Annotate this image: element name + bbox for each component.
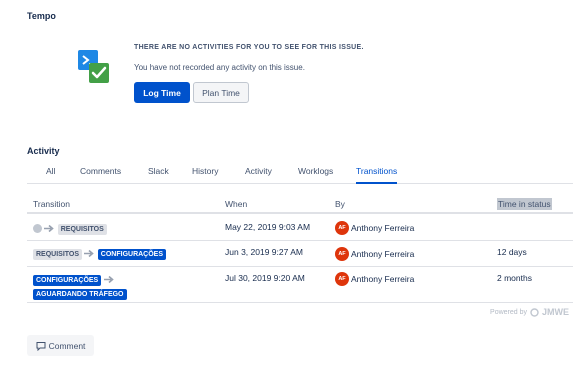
initial-state-icon <box>33 224 42 234</box>
column-header-by: By <box>335 199 345 209</box>
comment-button[interactable]: Comment <box>27 335 94 356</box>
avatar: AF <box>335 221 349 235</box>
comment-icon <box>36 341 46 351</box>
user-name[interactable]: Anthony Ferreira <box>351 249 414 259</box>
user-name[interactable]: Anthony Ferreira <box>351 274 414 284</box>
table-row: REQUISITOS CONFIGURAÇÕES Jun 3, 2019 9:2… <box>27 241 573 267</box>
powered-by-brand: JMWE <box>542 307 569 317</box>
column-header-time-in-status: Time in status <box>497 198 552 210</box>
tempo-section-title: Tempo <box>27 11 56 21</box>
log-time-button[interactable]: Log Time <box>134 82 190 103</box>
time-in-status-cell: 12 days <box>497 247 527 257</box>
time-in-status-cell: 2 months <box>497 273 532 283</box>
empty-state-heading: THERE ARE NO ACTIVITIES FOR YOU TO SEE F… <box>134 44 364 51</box>
jmwe-logo-icon <box>530 307 539 317</box>
column-header-when: When <box>225 199 248 209</box>
status-lozenge: REQUISITOS <box>57 224 107 235</box>
avatar: AF <box>335 247 349 261</box>
by-cell: AF Anthony Ferreira <box>335 272 414 286</box>
status-lozenge: CONFIGURAÇÕES <box>33 275 102 286</box>
status-lozenge: AGUARDANDO TRÁFEGO <box>33 289 127 300</box>
status-lozenge: CONFIGURAÇÕES <box>97 249 167 260</box>
table-row: CONFIGURAÇÕES AGUARDANDO TRÁFEGO Jul 30,… <box>27 267 573 303</box>
by-cell: AF Anthony Ferreira <box>335 221 414 235</box>
transition-cell: REQUISITOS <box>33 223 107 235</box>
transition-cell: CONFIGURAÇÕES AGUARDANDO TRÁFEGO <box>33 272 127 300</box>
when-cell: Jun 3, 2019 9:27 AM <box>225 247 303 257</box>
status-lozenge: REQUISITOS <box>33 249 83 260</box>
tab-comments[interactable]: Comments <box>80 166 121 183</box>
transition-cell: REQUISITOS CONFIGURAÇÕES <box>33 248 167 260</box>
arrow-right-icon <box>84 250 95 258</box>
when-cell: May 22, 2019 9:03 AM <box>225 222 311 232</box>
powered-by: Powered by JMWE <box>490 307 569 317</box>
tab-all[interactable]: All <box>46 166 55 183</box>
avatar: AF <box>335 272 349 286</box>
plan-time-button[interactable]: Plan Time <box>193 82 249 103</box>
tempo-logo-icon <box>78 50 109 83</box>
table-row: REQUISITOS May 22, 2019 9:03 AM AF Antho… <box>27 216 573 241</box>
activity-section-title: Activity <box>27 146 60 156</box>
tab-history[interactable]: History <box>192 166 218 183</box>
tab-transitions[interactable]: Transitions <box>356 166 398 184</box>
empty-state-text: You have not recorded any activity on th… <box>134 63 305 72</box>
tab-activity[interactable]: Activity <box>245 166 272 183</box>
column-header-transition: Transition <box>33 199 71 209</box>
activity-tabs: All Comments Slack History Activity Work… <box>27 166 573 184</box>
by-cell: AF Anthony Ferreira <box>335 247 414 261</box>
tab-slack[interactable]: Slack <box>148 166 169 183</box>
arrow-right-icon <box>103 276 114 284</box>
when-cell: Jul 30, 2019 9:20 AM <box>225 273 305 283</box>
powered-by-label: Powered by <box>490 308 527 316</box>
comment-button-label: Comment <box>48 340 86 351</box>
user-name[interactable]: Anthony Ferreira <box>351 223 414 233</box>
table-header: Transition When By Time in status <box>27 192 573 214</box>
arrow-right-icon <box>44 225 55 233</box>
tab-worklogs[interactable]: Worklogs <box>298 166 333 183</box>
